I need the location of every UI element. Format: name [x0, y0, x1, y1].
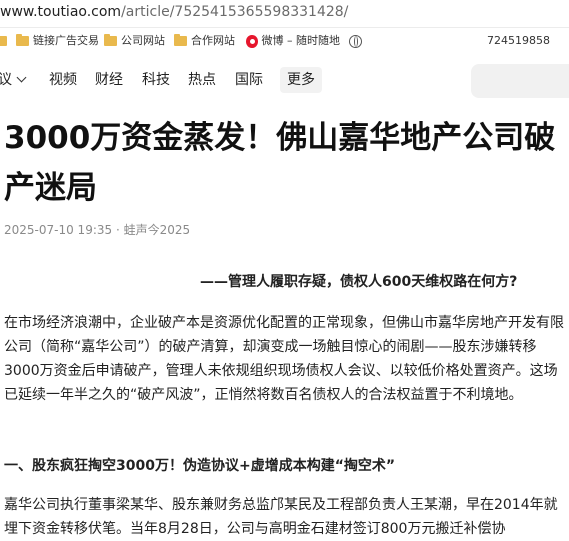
section-heading: 一、股东疯狂掏空3000万！伪造协议+虚增成本构建“掏空术”	[4, 458, 396, 474]
nav-item-video[interactable]: 视频	[49, 54, 77, 106]
bookmark-company-site[interactable]: 公司网站	[104, 28, 165, 54]
url-path: /article/7525415365598331428/	[121, 4, 349, 20]
chevron-down-icon	[16, 72, 27, 83]
bookmark-link-ad-trade[interactable]: 链接广告交易	[16, 28, 99, 54]
url-host: www.toutiao.com	[0, 4, 122, 20]
globe-icon	[349, 34, 362, 48]
bookmark-label: 链接广告交易	[33, 34, 99, 47]
nav-label: 议	[0, 72, 12, 88]
folder-icon	[16, 34, 29, 46]
bookmark-label: 微博 – 随时随地	[261, 34, 341, 47]
folder-icon	[174, 34, 187, 46]
more-button[interactable]: 更多	[280, 67, 322, 93]
article-title: 3000万资金蒸发！佛山嘉华地产公司破产迷局	[4, 120, 556, 206]
top-nav: 议 视频 财经 科技 热点 国际 更多	[0, 54, 569, 106]
weibo-icon	[246, 34, 258, 48]
folder-icon	[0, 36, 7, 46]
bookmarks-bar: 链接广告交易 公司网站 合作网站 微博 – 随时随地 724519858	[0, 27, 569, 55]
bookmark-globe[interactable]	[349, 28, 362, 54]
bookmark-label: 合作网站	[191, 34, 235, 47]
bookmark-label: 公司网站	[121, 34, 165, 47]
nav-item-tech[interactable]: 科技	[142, 54, 170, 106]
bookmark-weibo[interactable]: 微博 – 随时随地	[246, 28, 340, 54]
nav-item-recommend[interactable]: 议	[0, 54, 27, 106]
bookmark-number[interactable]: 724519858	[487, 28, 550, 54]
folder-icon	[104, 34, 117, 46]
bookmark-label: 724519858	[487, 34, 550, 47]
nav-item-hot[interactable]: 热点	[188, 54, 216, 106]
article-paragraph: 嘉华公司执行董事梁某华、股东兼财务总监邝某民及工程部负责人王某潮，早在2014年…	[4, 497, 558, 537]
address-bar[interactable]: www.toutiao.com/article/7525415365598331…	[0, 0, 569, 26]
search-input[interactable]	[471, 64, 569, 98]
article-paragraph: 在市场经济浪潮中，企业破产本是资源优化配置的正常现象，但佛山市嘉华房地产开发有限…	[4, 315, 564, 403]
bookmark-folder[interactable]	[0, 28, 11, 54]
nav-item-finance[interactable]: 财经	[95, 54, 123, 106]
nav-item-international[interactable]: 国际	[235, 54, 263, 106]
bookmark-partner-sites[interactable]: 合作网站	[174, 28, 235, 54]
article-meta: 2025-07-10 19:35 · 蛙声今2025	[4, 223, 191, 237]
article-subtitle: ——管理人履职存疑，债权人600天维权路在何方?	[200, 274, 518, 290]
